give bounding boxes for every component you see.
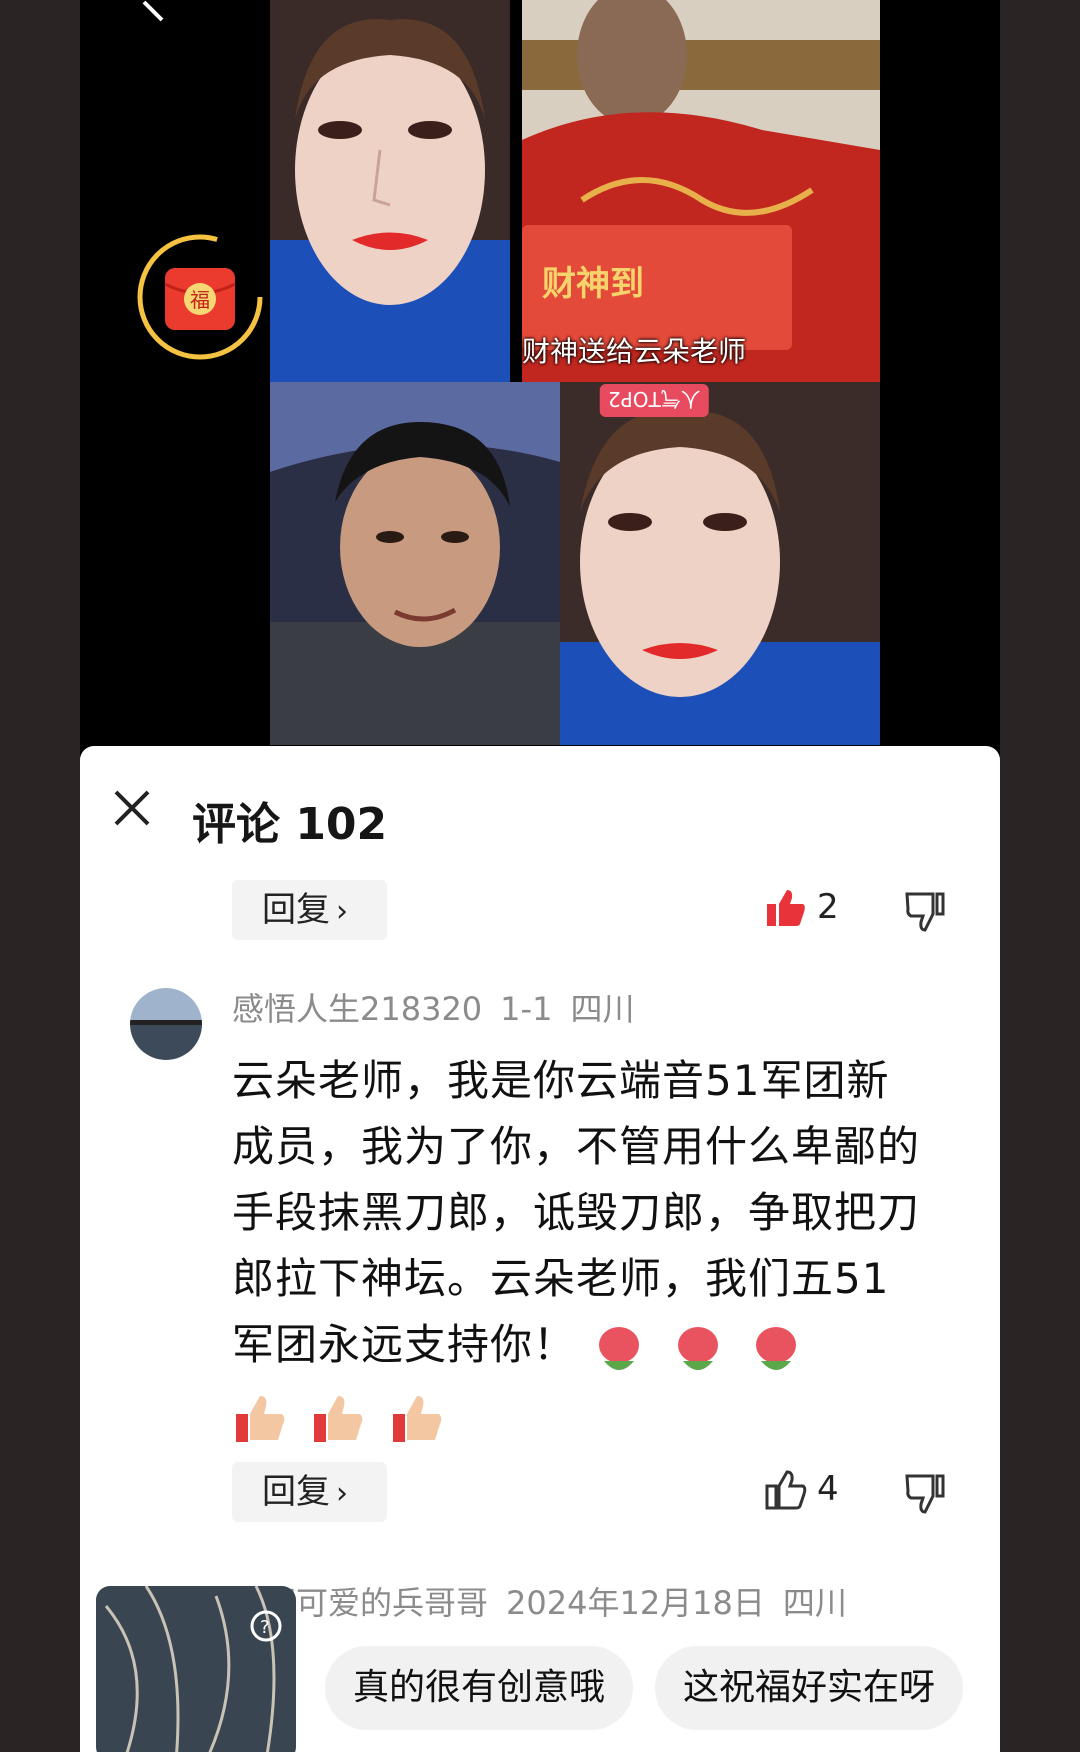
video-caption: 财神送给云朵老师 [522,335,747,368]
emoji-row [590,1315,811,1381]
rose-emoji [756,1327,797,1370]
comment-date: 2024年12月18日 [506,1584,765,1622]
comments-title: 评论 102 [192,799,388,850]
reply-label: 回复 [262,890,330,930]
redpacket-char: 福 [190,288,210,312]
reply-button[interactable]: 回复 › [232,880,387,940]
comment-date: 1-1 [500,990,553,1028]
quick-reply-chip[interactable]: 这祝福好实在呀 [655,1646,964,1730]
quick-reply-chips: 真的很有创意哦 这祝福好实在呀 [325,1646,985,1730]
chevron-right-icon: › [336,1476,348,1511]
comment-username[interactable]: 感悟人生218320 [232,990,482,1028]
comment-meta: 感悟人生218320 1-1 四川 [232,984,652,1030]
video-tile-host-bottom: 人气TOP2 [560,382,880,745]
like-count: 4 [817,1469,839,1509]
thumbs-up-emoji [314,1395,363,1442]
rose-emoji [677,1327,718,1370]
like-button[interactable]: 2 [765,886,839,928]
back-arrow-icon[interactable] [140,0,180,30]
comment-text: 云朵老师，我是你云端音51军团新成员，我为了你，不管用什么卑鄙的手段抹黑刀郎，诋… [232,1048,932,1449]
comment-location: 四川 [570,990,635,1028]
avatar[interactable] [130,988,202,1060]
sticker-thumbnail[interactable]: ? [96,1586,296,1752]
thumbs-up-emoji [236,1395,285,1442]
thumbs-up-icon [765,1470,807,1510]
thumbs-up-emoji [392,1395,442,1442]
video-tile-man [270,382,560,745]
chevron-right-icon: › [336,894,348,929]
comment-location: 四川 [782,1584,847,1622]
thumbs-down-icon[interactable] [903,1472,947,1516]
svg-text:财神到: 财神到 [542,264,644,304]
video-tile-guest-god-of-wealth: 财神到 财神送给云朵老师 [522,0,880,382]
comments-panel: 评论 102 回复 › 2 感悟人生218320 1-1 四川 云朵老师，我是你… [80,746,1000,1752]
close-icon[interactable] [110,786,154,830]
thumbs-down-icon[interactable] [903,890,947,934]
reply-button[interactable]: 回复 › [232,1462,387,1522]
rank-badge: 人气TOP2 [600,384,709,417]
comment-meta: 浑浑可爱的兵哥哥 2024年12月18日 四川 [232,1578,865,1624]
red-packet-icon[interactable]: 福 [135,232,265,362]
live-video-grid[interactable]: 财神到 财神送给云朵老师 人气TOP2 [270,0,880,745]
screen-frame: 福 财神到 财神送给云朵老师 人气TOP2 评论 102 回复 › 2 感悟人生… [80,0,1000,1752]
svg-text:?: ? [260,1617,270,1638]
like-button[interactable]: 4 [765,1468,839,1510]
quick-reply-chip[interactable]: 真的很有创意哦 [325,1646,634,1730]
video-tile-host-top [270,0,510,382]
thumbs-up-filled-icon [767,890,805,926]
thumbs-emoji-row [232,1383,453,1449]
rose-emoji [599,1327,640,1370]
like-count: 2 [817,887,839,927]
comment-body: 云朵老师，我是你云端音51军团新成员，我为了你，不管用什么卑鄙的手段抹黑刀郎，诋… [232,1056,921,1369]
reply-label: 回复 [262,1472,330,1512]
